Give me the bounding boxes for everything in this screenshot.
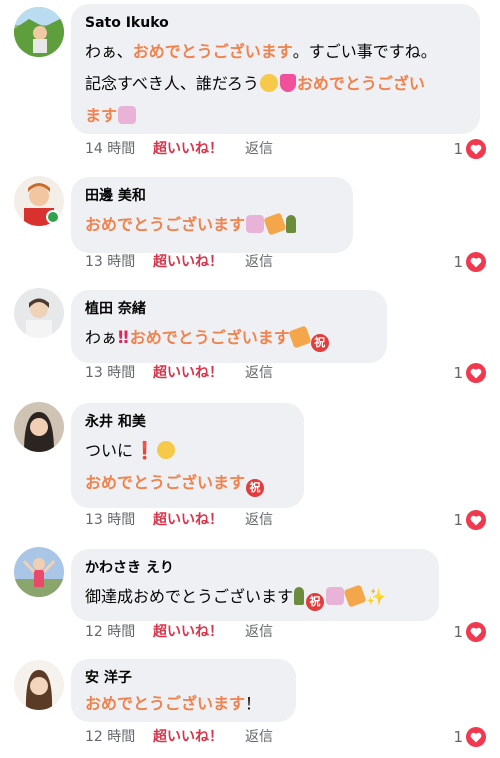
comment-actions: 12 時間 超いいね！ 返信 (85, 729, 273, 746)
reaction-count[interactable]: 1 (453, 727, 486, 747)
comment-author[interactable]: 田邊 美和 (85, 188, 339, 205)
heart-eyes-emoji-icon (157, 441, 176, 459)
congratulations-emoji-icon: 祝 (310, 334, 329, 352)
avatar[interactable] (14, 288, 64, 338)
super-like-button[interactable]: 超いいね！ (153, 254, 245, 271)
comment-actions: 12 時間 超いいね！ 返信 (85, 624, 273, 641)
reply-button[interactable]: 返信 (245, 512, 273, 529)
comment-author[interactable]: 永井 和美 (85, 414, 290, 431)
congratulations-emoji-icon: 祝 (246, 479, 265, 497)
comment-author[interactable]: Sato Ikuko (85, 15, 466, 32)
comment-bubble: 田邊 美和 おめでとうございます (71, 177, 353, 253)
reaction-count[interactable]: 1 (453, 252, 486, 272)
comment-time[interactable]: 13 時間 (85, 512, 153, 529)
congratulations-emoji-icon: 祝 (306, 593, 325, 611)
comment-actions: 13 時間 超いいね！ 返信 (85, 365, 273, 382)
comment-actions: 13 時間 超いいね！ 返信 (85, 512, 273, 529)
comment-text: 御達成おめでとうございます祝 ✨ (85, 581, 425, 613)
reply-button[interactable]: 返信 (245, 729, 273, 746)
comment-item: 植田 奈緒 わぁ‼おめでとうございます祝 13 時間 超いいね！ 返信 1 (0, 285, 500, 400)
comment-text: ついに❗ おめでとうございます祝 (85, 435, 290, 499)
party-popper-emoji-icon (288, 325, 312, 349)
reply-button[interactable]: 返信 (245, 624, 273, 641)
reply-button[interactable]: 返信 (245, 365, 273, 382)
comment-time[interactable]: 13 時間 (85, 365, 153, 382)
avatar[interactable] (14, 7, 64, 57)
face-with-party-hat-emoji-icon (246, 215, 265, 233)
heart-reaction-icon (466, 622, 486, 642)
champagne-bottle-emoji-icon (294, 587, 305, 605)
comment-author[interactable]: 植田 奈緒 (85, 301, 373, 318)
hugging-face-emoji-icon (259, 74, 278, 92)
comment-item: 永井 和美 ついに❗ おめでとうございます祝 13 時間 超いいね！ 返信 1 (0, 400, 500, 545)
reaction-count[interactable]: 1 (453, 622, 486, 642)
super-like-button[interactable]: 超いいね！ (153, 512, 245, 529)
comment-bubble: 植田 奈緒 わぁ‼おめでとうございます祝 (71, 290, 387, 363)
comment-actions: 14 時間 超いいね！ 返信 (85, 141, 273, 158)
reaction-number: 1 (453, 140, 463, 158)
comment-item: かわさき えり 御達成おめでとうございます祝 ✨ 12 時間 超いいね！ 返信 1 (0, 545, 500, 657)
reaction-number: 1 (453, 364, 463, 382)
comment-text: おめでとうございます！ (85, 694, 262, 713)
face-with-party-hat-emoji-icon (326, 587, 345, 605)
two-hearts-emoji-icon (279, 74, 296, 92)
reaction-number: 1 (453, 623, 463, 641)
super-like-button[interactable]: 超いいね！ (153, 365, 245, 382)
comment-time[interactable]: 13 時間 (85, 254, 153, 271)
party-popper-emoji-icon (263, 212, 287, 236)
face-with-party-hat-emoji-icon (118, 106, 137, 124)
heart-reaction-icon (466, 727, 486, 747)
sparkles-emoji-icon: ✨ (366, 587, 386, 606)
comment-item: 田邊 美和 おめでとうございます 13 時間 超いいね！ 返信 1 (0, 170, 500, 285)
avatar[interactable] (14, 547, 64, 597)
comment-text: おめでとうございます (85, 209, 339, 241)
reaction-count[interactable]: 1 (453, 510, 486, 530)
comment-time[interactable]: 14 時間 (85, 141, 153, 158)
comment-bubble: Sato Ikuko わぁ、おめでとうございます。すごい事ですね。 記念すべき人、… (71, 4, 480, 134)
super-like-button[interactable]: 超いいね！ (153, 729, 245, 746)
comment-author[interactable]: かわさき えり (85, 560, 425, 577)
reply-button[interactable]: 返信 (245, 141, 273, 158)
exclamation-emoji-icon: ❗ (134, 441, 156, 461)
comment-bubble: 永井 和美 ついに❗ おめでとうございます祝 (71, 403, 304, 508)
reaction-number: 1 (453, 253, 463, 271)
heart-reaction-icon (466, 139, 486, 159)
comment-text: わぁ、おめでとうございます。すごい事ですね。 記念すべき人、誰だろう おめでとうござ… (85, 42, 437, 125)
party-popper-emoji-icon (343, 584, 367, 608)
comment-text: わぁ‼おめでとうございます祝 (85, 322, 373, 354)
reaction-count[interactable]: 1 (453, 139, 486, 159)
comment-item: 安 洋子 おめでとうございます！ 12 時間 超いいね！ 返信 1 (0, 657, 500, 758)
double-exclamation-emoji-icon: ‼ (118, 328, 129, 348)
comment-item: Sato Ikuko わぁ、おめでとうございます。すごい事ですね。 記念すべき人、… (0, 0, 500, 170)
comment-time[interactable]: 12 時間 (85, 624, 153, 641)
champagne-bottle-emoji-icon (286, 215, 297, 233)
reaction-number: 1 (453, 511, 463, 529)
comment-actions: 13 時間 超いいね！ 返信 (85, 254, 273, 271)
reply-button[interactable]: 返信 (245, 254, 273, 271)
online-status-icon (46, 210, 60, 224)
comment-bubble: 安 洋子 おめでとうございます！ (71, 659, 296, 722)
super-like-button[interactable]: 超いいね！ (153, 141, 245, 158)
comment-time[interactable]: 12 時間 (85, 729, 153, 746)
reaction-count[interactable]: 1 (453, 363, 486, 383)
comment-author[interactable]: 安 洋子 (85, 670, 282, 687)
reaction-number: 1 (453, 728, 463, 746)
heart-reaction-icon (466, 363, 486, 383)
avatar[interactable] (14, 660, 64, 710)
super-like-button[interactable]: 超いいね！ (153, 624, 245, 641)
heart-reaction-icon (466, 252, 486, 272)
avatar[interactable] (14, 402, 64, 452)
heart-reaction-icon (466, 510, 486, 530)
comment-bubble: かわさき えり 御達成おめでとうございます祝 ✨ (71, 549, 439, 621)
